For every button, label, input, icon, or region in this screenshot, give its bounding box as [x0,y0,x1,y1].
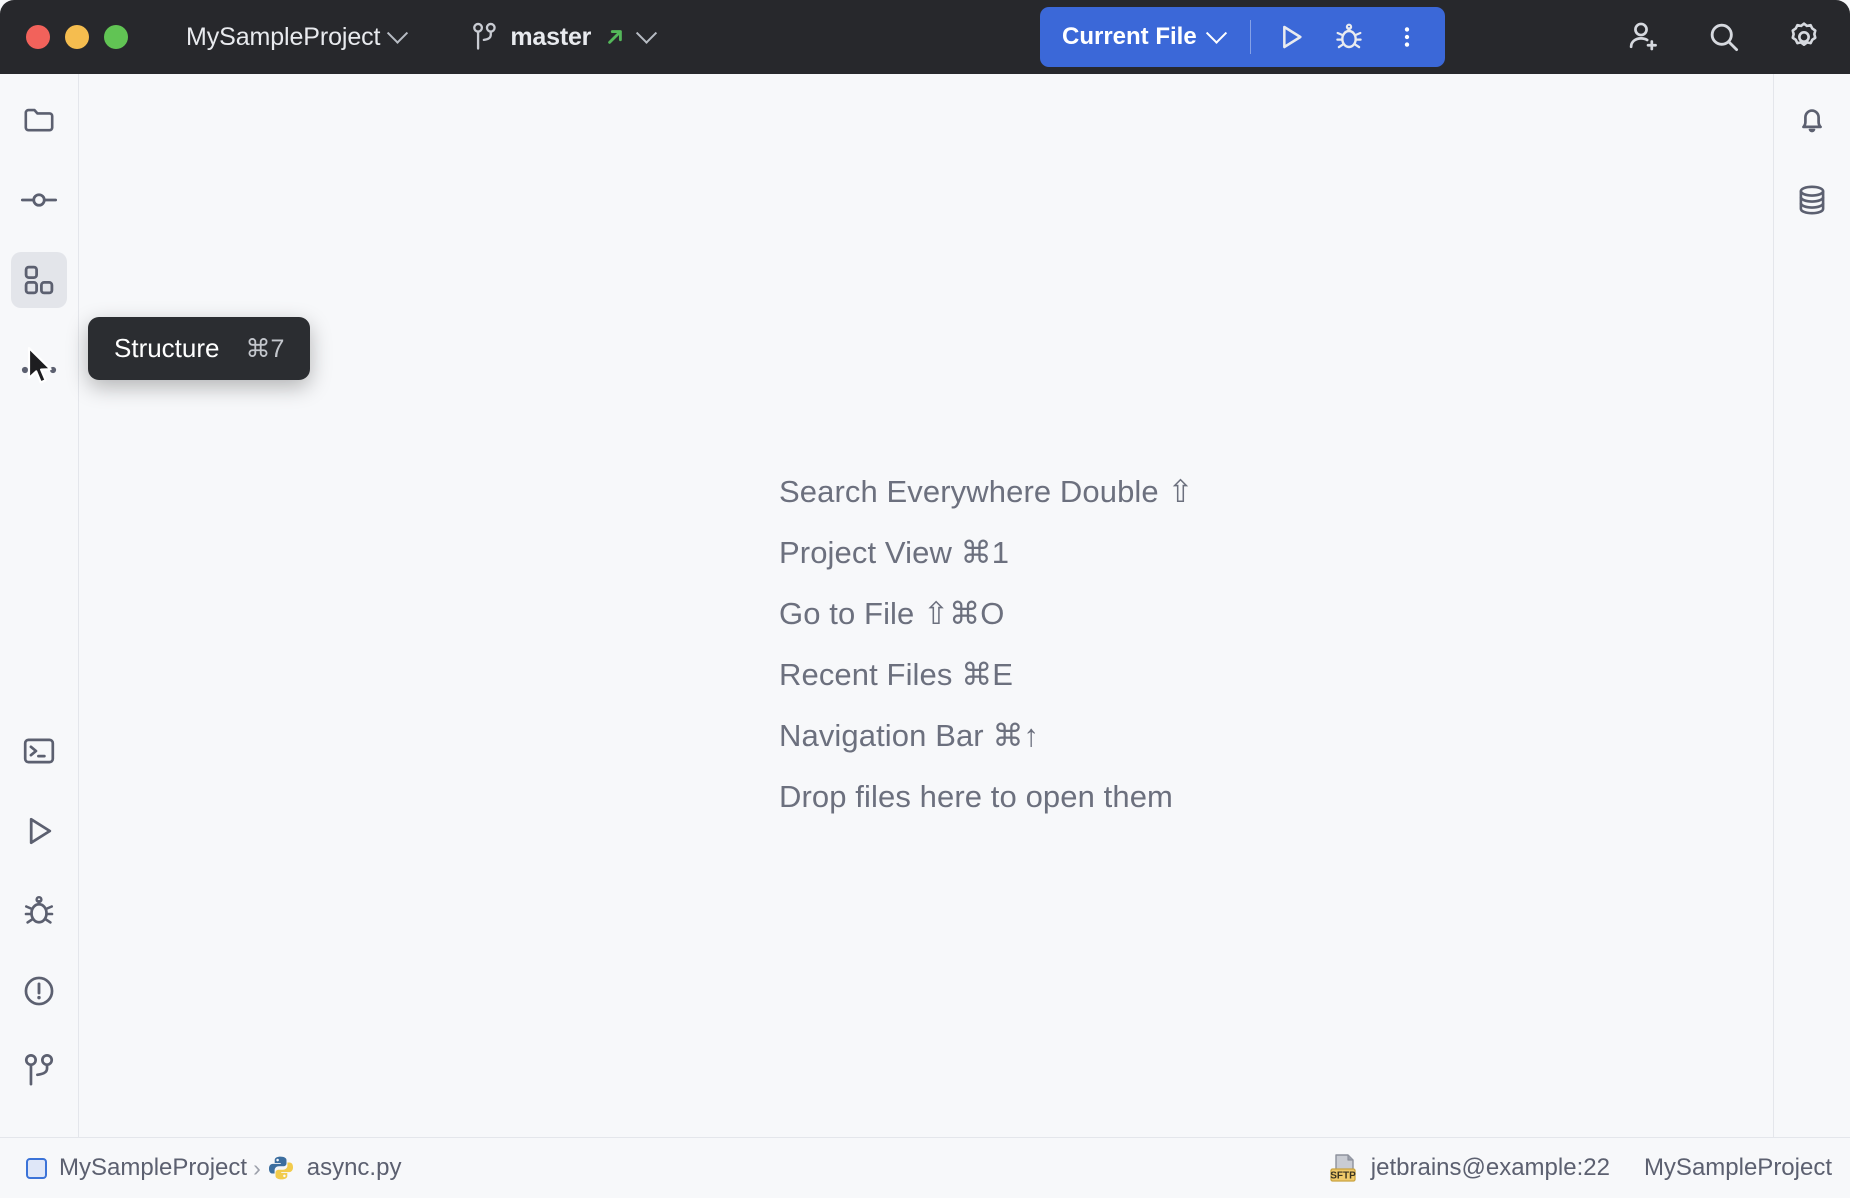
sidebar-item-database[interactable] [1784,172,1840,228]
right-tool-stripe [1773,74,1850,1137]
hint-recent-files: Recent Files ⌘E [779,657,1014,692]
close-window-button[interactable] [26,25,50,49]
titlebar-actions [1618,11,1830,63]
bug-icon [21,893,57,929]
hint-project-view: Project View ⌘1 [779,535,1010,570]
bell-icon [1794,102,1830,138]
database-icon [1794,182,1830,218]
bug-icon [1333,21,1365,53]
sidebar-item-debug[interactable] [11,883,67,939]
chevron-down-icon [387,22,409,44]
run-config-chevron-down-icon [1205,22,1227,44]
main-area: Search Everywhere Double ⇧ Project View … [0,74,1850,1137]
push-arrow-icon [602,24,628,50]
sidebar-item-structure[interactable] [11,252,67,308]
editor-empty-state[interactable]: Search Everywhere Double ⇧ Project View … [79,74,1773,1137]
branch-name-label: master [510,22,592,51]
structure-icon [21,262,57,298]
run-button[interactable] [1265,13,1317,61]
sidebar-item-problems[interactable] [11,963,67,1019]
python-file-icon [267,1154,295,1182]
play-icon [21,813,57,849]
hint-drop-files: Drop files here to open them [779,779,1173,814]
minimize-window-button[interactable] [65,25,89,49]
git-branch-icon [471,22,499,52]
gear-icon [1786,19,1822,55]
tooltip-shortcut: ⌘7 [245,334,285,363]
status-bar-right: SFTP jetbrains@example:22 MySampleProjec… [1329,1151,1832,1185]
git-branch-icon [21,1052,57,1090]
folder-icon [21,102,57,138]
settings-button[interactable] [1778,11,1830,63]
run-configuration-label: Current File [1062,23,1197,50]
sidebar-item-commit[interactable] [11,172,67,228]
sidebar-item-more-tool-windows[interactable] [11,342,67,398]
traffic-lights [0,25,128,49]
module-icon [26,1157,47,1179]
svg-text:SFTP: SFTP [1330,1170,1356,1181]
sidebar-item-run[interactable] [11,803,67,859]
breadcrumb-file-label: async.py [306,1154,402,1181]
terminal-icon [21,733,57,769]
commit-icon [20,182,58,218]
left-tool-stripe [0,74,79,1137]
maximize-window-button[interactable] [104,25,128,49]
add-user-icon [1626,19,1662,55]
left-stripe-bottom-group [11,723,67,1137]
status-project-label: MySampleProject [1643,1154,1832,1181]
sidebar-item-project[interactable] [11,92,67,148]
sidebar-item-version-control[interactable] [11,1043,67,1099]
warning-circle-icon [21,973,57,1009]
remote-interpreter-widget[interactable]: SFTP jetbrains@example:22 [1329,1151,1610,1185]
run-configuration-selector[interactable]: Current File [1062,22,1236,51]
sidebar-item-terminal[interactable] [11,723,67,779]
left-stripe-top-group [11,74,67,422]
search-icon [1706,19,1742,55]
project-widget[interactable]: MySampleProject [178,18,413,57]
more-run-actions-button[interactable] [1381,13,1433,61]
sidebar-item-notifications[interactable] [1784,92,1840,148]
breadcrumb-module[interactable]: MySampleProject [26,1154,247,1182]
add-user-button[interactable] [1618,11,1670,63]
kebab-menu-icon [1393,21,1421,53]
hint-go-to-file: Go to File ⇧⌘O [779,596,1005,631]
project-name-label: MySampleProject [186,22,381,51]
hint-search-everywhere: Search Everywhere Double ⇧ [779,474,1194,509]
sftp-icon: SFTP [1329,1151,1363,1185]
search-button[interactable] [1698,11,1750,63]
run-widget-divider [1249,20,1252,54]
ide-window: MySampleProject master Current File Sear… [0,0,1850,1198]
breadcrumb-file[interactable]: async.py [267,1154,402,1182]
branch-widget[interactable]: master [463,17,662,57]
breadcrumb-module-label: MySampleProject [59,1154,248,1181]
remote-interpreter-label: jetbrains@example:22 [1370,1154,1610,1181]
project-widget-status[interactable]: MySampleProject [1644,1154,1832,1182]
play-icon [1275,21,1307,53]
structure-tooltip: Structure ⌘7 [88,317,311,380]
hint-navigation-bar: Navigation Bar ⌘↑ [779,718,1040,753]
status-bar: MySampleProject › async.py SFTP jetbrain… [0,1137,1850,1198]
editor-hint-list: Search Everywhere Double ⇧ Project View … [779,476,1194,812]
ellipsis-icon [19,363,59,377]
branch-chevron-down-icon [636,22,658,44]
tooltip-label: Structure [114,333,220,363]
breadcrumb-separator: › [253,1154,261,1181]
debug-button[interactable] [1323,13,1375,61]
run-widget: Current File [1040,7,1446,67]
title-bar: MySampleProject master Current File [0,0,1850,74]
